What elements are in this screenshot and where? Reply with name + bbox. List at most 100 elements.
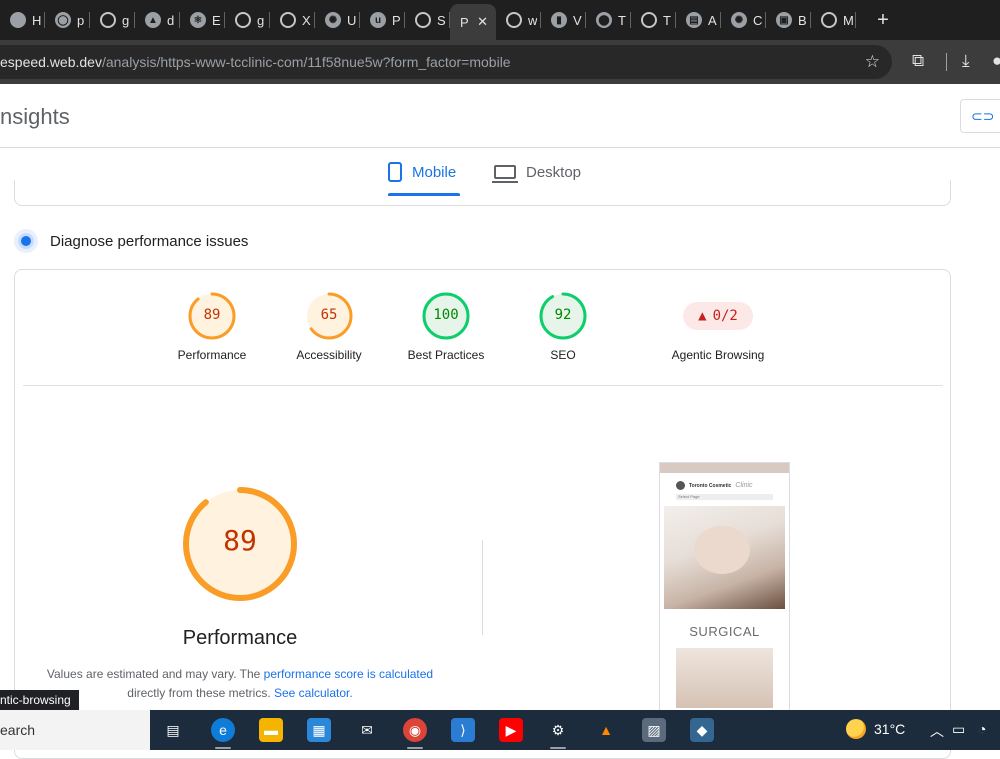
browser-tab[interactable]: M bbox=[811, 0, 856, 40]
tab-title: P bbox=[392, 12, 401, 28]
browser-tab[interactable]: w bbox=[496, 0, 541, 40]
browser-tab[interactable]: T bbox=[631, 0, 676, 40]
browser-tab[interactable]: ⚛ E bbox=[180, 0, 225, 40]
extensions-icon[interactable]: ⧉ bbox=[912, 51, 924, 71]
gauge-score: 92 bbox=[554, 307, 572, 323]
bookmark-star-icon[interactable]: ☆ bbox=[865, 52, 880, 72]
gauge-label: Best Practices bbox=[407, 348, 485, 362]
browser-tab[interactable]: ▮ V bbox=[541, 0, 586, 40]
chrome-icon[interactable]: ◉ bbox=[403, 718, 427, 749]
tab-mobile-label: Mobile bbox=[412, 163, 457, 181]
globe-icon bbox=[415, 12, 431, 28]
browser-tab[interactable]: S bbox=[405, 0, 450, 40]
github-icon: ◯ bbox=[55, 12, 71, 28]
performance-big-label: Performance bbox=[182, 627, 298, 649]
settings-icon[interactable]: ⚙ bbox=[546, 718, 570, 749]
triangle-icon: ▲ bbox=[145, 12, 161, 28]
diagnose-icon bbox=[14, 229, 38, 253]
globe-icon bbox=[641, 12, 657, 28]
thumbnail-topbar bbox=[660, 463, 789, 473]
gauge-best-practices[interactable]: 100 Best Practices bbox=[386, 292, 506, 362]
gauge-accessibility[interactable]: 65 Accessibility bbox=[269, 292, 389, 362]
upwork-icon: u bbox=[370, 12, 386, 28]
laptop-icon bbox=[492, 165, 518, 183]
edge-icon[interactable]: e bbox=[211, 718, 235, 749]
browser-tab[interactable]: ▣ B bbox=[766, 0, 811, 40]
browser-tab[interactable]: H bbox=[0, 0, 45, 40]
browser-tab[interactable]: X bbox=[270, 0, 315, 40]
new-tab-icon[interactable]: + bbox=[868, 9, 898, 32]
section-divider bbox=[482, 540, 483, 635]
weather-widget[interactable]: 31°C bbox=[846, 719, 905, 739]
battery-icon[interactable]: ▭ bbox=[952, 721, 965, 738]
browser-tab[interactable]: ⬤ T bbox=[586, 0, 631, 40]
warning-triangle-icon: ▲ bbox=[698, 308, 707, 324]
tab-title: w bbox=[528, 12, 538, 28]
gauge-seo[interactable]: 92 SEO bbox=[503, 292, 623, 362]
gauge-label: Agentic Browsing bbox=[671, 348, 765, 362]
thumbnail-hero-image bbox=[664, 506, 785, 609]
agentic-score-value: 0/2 bbox=[712, 308, 738, 324]
link-tooltip: ntic-browsing bbox=[0, 690, 79, 710]
lighthouse-report-card: 89 Performance 65 Accessibility 100 Best Prac… bbox=[14, 269, 951, 759]
file-explorer-icon[interactable]: ▬ bbox=[259, 718, 283, 742]
store-icon[interactable]: ▦ bbox=[307, 718, 331, 742]
profile-icon[interactable]: ● bbox=[992, 51, 1000, 71]
task-view-icon[interactable]: ▤ bbox=[161, 718, 185, 742]
gauge-score: 89 bbox=[203, 307, 221, 323]
photos-icon[interactable]: ▨ bbox=[642, 718, 666, 742]
tab-title: U bbox=[347, 12, 357, 28]
browser-toolbar: espeed.web.dev/analysis/https-www-tcclin… bbox=[0, 40, 1000, 84]
browser-tab[interactable]: g bbox=[225, 0, 270, 40]
see-calculator-link[interactable]: See calculator. bbox=[274, 686, 353, 700]
globe-icon bbox=[100, 12, 116, 28]
bookmark-icon: ▣ bbox=[776, 12, 792, 28]
tab-title: T bbox=[618, 12, 626, 28]
performance-note: Values are estimated and may vary. The p… bbox=[46, 667, 434, 700]
openai-icon: ✺ bbox=[325, 12, 341, 28]
copy-link-button[interactable]: ⊂⊃ C bbox=[960, 99, 1000, 133]
gauge-performance[interactable]: 89 Performance bbox=[152, 292, 272, 362]
tab-title: V bbox=[573, 12, 582, 28]
mail-icon[interactable]: ✉ bbox=[355, 718, 379, 742]
browser-tab[interactable]: ✺ U bbox=[315, 0, 360, 40]
tab-title: g bbox=[122, 12, 130, 28]
taskbar-search-box[interactable]: earch bbox=[0, 710, 150, 750]
postgres-icon[interactable]: ◆ bbox=[690, 718, 714, 742]
browser-tab[interactable]: ◯ p bbox=[45, 0, 90, 40]
browser-tab-strip: H ◯ p g ▲ d ⚛ Eg X ✺ Uu P S P ✕ w ▮ V ⬤ T T ▤ A ✺ C ▣ B M + bbox=[0, 0, 1000, 40]
tab-title: A bbox=[708, 12, 717, 28]
tab-title: P bbox=[460, 14, 469, 30]
tab-title: d bbox=[167, 12, 175, 28]
browser-tab[interactable]: g bbox=[90, 0, 135, 40]
address-bar[interactable]: espeed.web.dev/analysis/https-www-tcclin… bbox=[0, 45, 892, 79]
browser-tab[interactable]: uP bbox=[360, 0, 405, 40]
tab-icon bbox=[10, 12, 26, 28]
thumbnail-logo: Toronto Cosmetic Clinic bbox=[660, 473, 789, 490]
download-icon[interactable]: ⤓ bbox=[962, 51, 970, 71]
tab-title: p bbox=[77, 12, 85, 28]
tab-title: T bbox=[663, 12, 671, 28]
browser-tab[interactable]: ▲ d bbox=[135, 0, 180, 40]
openai-icon: ✺ bbox=[731, 12, 747, 28]
sun-icon bbox=[846, 719, 866, 739]
youtube-icon[interactable]: ▶ bbox=[499, 718, 523, 742]
wifi-icon[interactable]: ◔ bbox=[978, 721, 986, 737]
tab-title: M bbox=[843, 12, 854, 28]
docs-icon: ▤ bbox=[686, 12, 702, 28]
tray-chevron-icon[interactable]: ︿ bbox=[930, 721, 944, 741]
tab-desktop-label: Desktop bbox=[526, 163, 582, 181]
tab-title: B bbox=[798, 12, 807, 28]
vscode-icon[interactable]: ⟩ bbox=[451, 718, 475, 742]
score-calculated-link[interactable]: performance score is calculated bbox=[264, 667, 433, 681]
windows-taskbar: earch ▤ e ▬ ▦ ✉ ◉ ⟩ ▶ ⚙ ▲ ▨ ◆ 31°C ︿ ▭ ◔ bbox=[0, 710, 1000, 750]
browser-tab[interactable]: P ✕ bbox=[450, 4, 496, 40]
browser-tab[interactable]: ▤ A bbox=[676, 0, 721, 40]
gauge-agentic-browsing[interactable]: ▲ 0/2 Agentic Browsing bbox=[658, 292, 778, 362]
temperature: 31°C bbox=[874, 721, 906, 737]
browser-tab[interactable]: ✺ C bbox=[721, 0, 766, 40]
url-text: espeed.web.dev/analysis/https-www-tcclin… bbox=[0, 54, 511, 70]
globe-icon bbox=[280, 12, 296, 28]
vlc-icon[interactable]: ▲ bbox=[594, 718, 618, 742]
close-tab-icon[interactable]: ✕ bbox=[477, 14, 488, 30]
